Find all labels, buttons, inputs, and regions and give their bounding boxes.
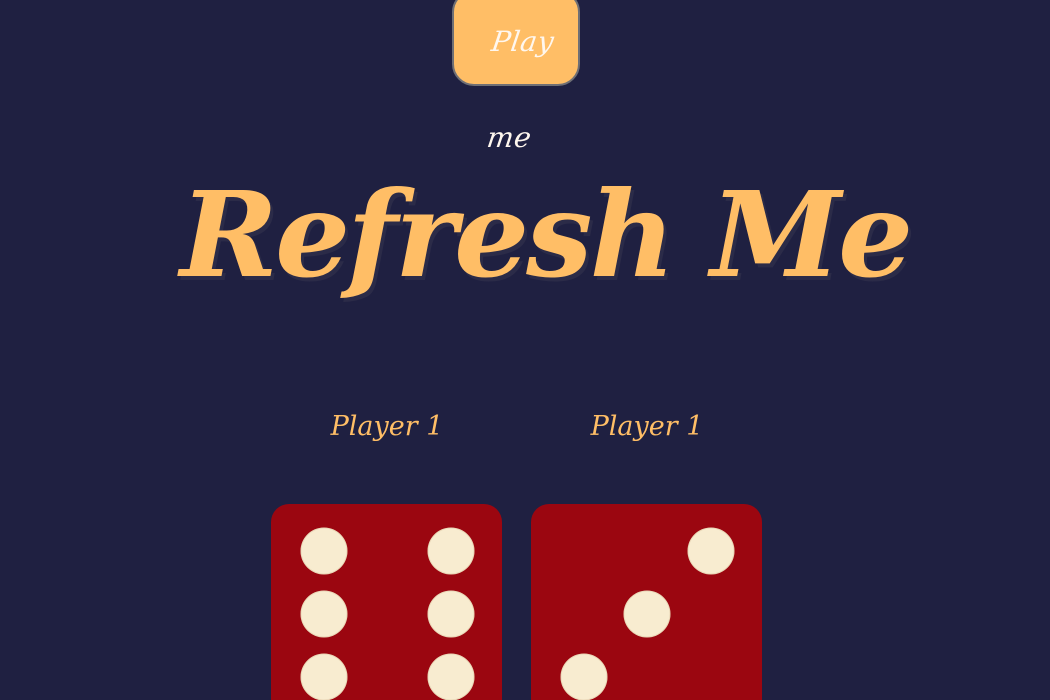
die-pip — [560, 653, 608, 700]
die-pip — [300, 527, 348, 575]
player-1-label: Player 1 — [330, 411, 444, 442]
die-pip — [427, 590, 475, 638]
die-pip — [300, 590, 348, 638]
die-pip — [623, 590, 671, 638]
player-2-label: Player 1 — [590, 411, 704, 442]
player-1-die — [271, 504, 502, 700]
die-pip — [427, 653, 475, 700]
page-title: Refresh Me — [180, 165, 913, 304]
die-pip — [427, 527, 475, 575]
player-2-die — [531, 504, 762, 700]
play-me-button[interactable]: Play me — [452, 0, 580, 154]
die-pip — [300, 653, 348, 700]
die-pip — [687, 527, 735, 575]
